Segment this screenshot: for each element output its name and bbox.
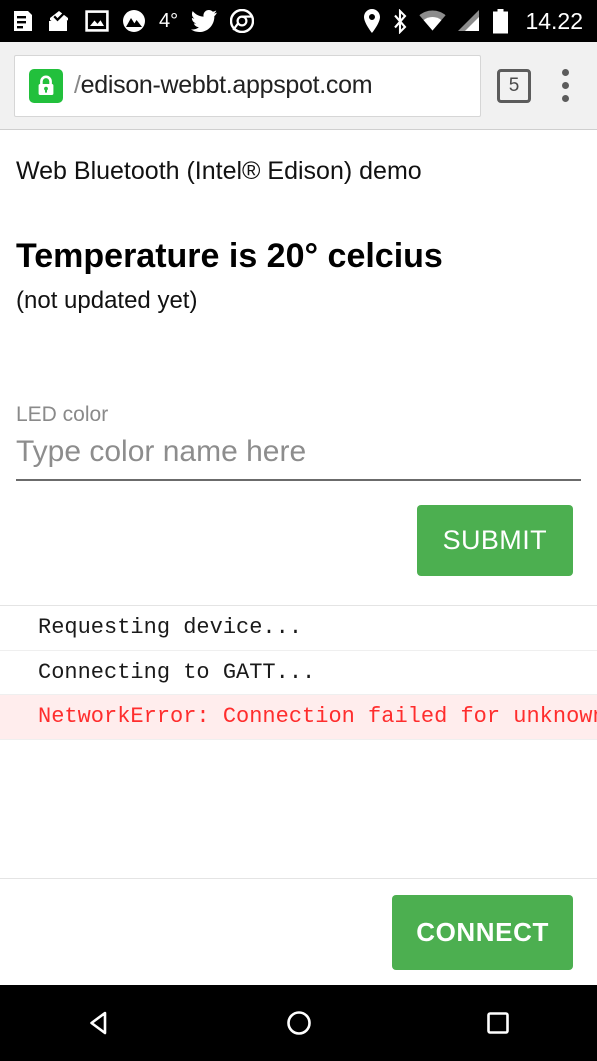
menu-dot: [561, 69, 569, 76]
log-panel: Requesting device... Connecting to GATT.…: [0, 605, 597, 878]
url-host: edison-webbt.appspot.com: [80, 71, 373, 99]
omnibox[interactable]: /edison-webbt.appspot.com: [14, 54, 481, 117]
page-footer: CONNECT: [0, 878, 597, 985]
status-bar-left-icons: 4°: [12, 9, 255, 33]
status-weather-temp: 4°: [159, 9, 179, 32]
chrome-icon: [230, 9, 255, 33]
status-bar-right-icons: 14.22: [363, 8, 583, 35]
twitter-icon: [191, 10, 218, 32]
led-color-label: LED color: [16, 402, 109, 426]
wifi-icon: [419, 10, 447, 31]
tab-switcher-button[interactable]: 5: [497, 68, 531, 103]
android-status-bar: 4° 14.22: [0, 0, 597, 42]
home-circle-icon[interactable]: [254, 985, 344, 1061]
log-line: Connecting to GATT...: [0, 651, 597, 695]
phone-screen: 4° 14.22 /edison-webbt.appspot.com 5 Web…: [0, 0, 597, 1061]
log-line: Requesting device...: [0, 606, 597, 651]
android-nav-bar: [0, 985, 597, 1061]
tab-count-label: 5: [508, 74, 520, 96]
cellular-signal-icon: [458, 10, 480, 31]
photo-icon: [85, 10, 109, 32]
bluetooth-icon: [394, 8, 407, 34]
led-color-input[interactable]: [16, 426, 581, 481]
url-clipped-prefix: /: [74, 71, 81, 99]
submit-button[interactable]: SUBMIT: [416, 504, 573, 576]
web-page-content: Web Bluetooth (Intel® Edison) demo Tempe…: [0, 130, 597, 1061]
temperature-heading: Temperature is 20° celcius: [16, 237, 443, 275]
three-dot-menu-icon[interactable]: [553, 69, 583, 102]
menu-dot: [561, 95, 569, 102]
page-title: Web Bluetooth (Intel® Edison) demo: [16, 157, 422, 185]
news-icon: [14, 11, 32, 31]
battery-icon: [493, 8, 509, 33]
browser-toolbar: /edison-webbt.appspot.com 5: [0, 42, 597, 130]
connect-button[interactable]: CONNECT: [392, 894, 573, 970]
submit-row: SUBMIT: [16, 504, 581, 576]
log-line-error: NetworkError: Connection failed for unkn…: [0, 695, 597, 740]
url-text: /edison-webbt.appspot.com: [74, 71, 373, 100]
mountain-app-icon: [123, 10, 145, 32]
location-pin-icon: [364, 9, 381, 33]
status-bar-clock: 14.22: [525, 7, 583, 34]
led-color-field-group: LED color: [16, 403, 581, 481]
temperature-note: (not updated yet): [16, 286, 198, 314]
recents-square-icon[interactable]: [453, 985, 543, 1061]
back-triangle-icon[interactable]: [55, 985, 145, 1061]
lock-icon: [29, 68, 63, 103]
mail-icon: [49, 11, 68, 31]
menu-dot: [561, 82, 569, 89]
